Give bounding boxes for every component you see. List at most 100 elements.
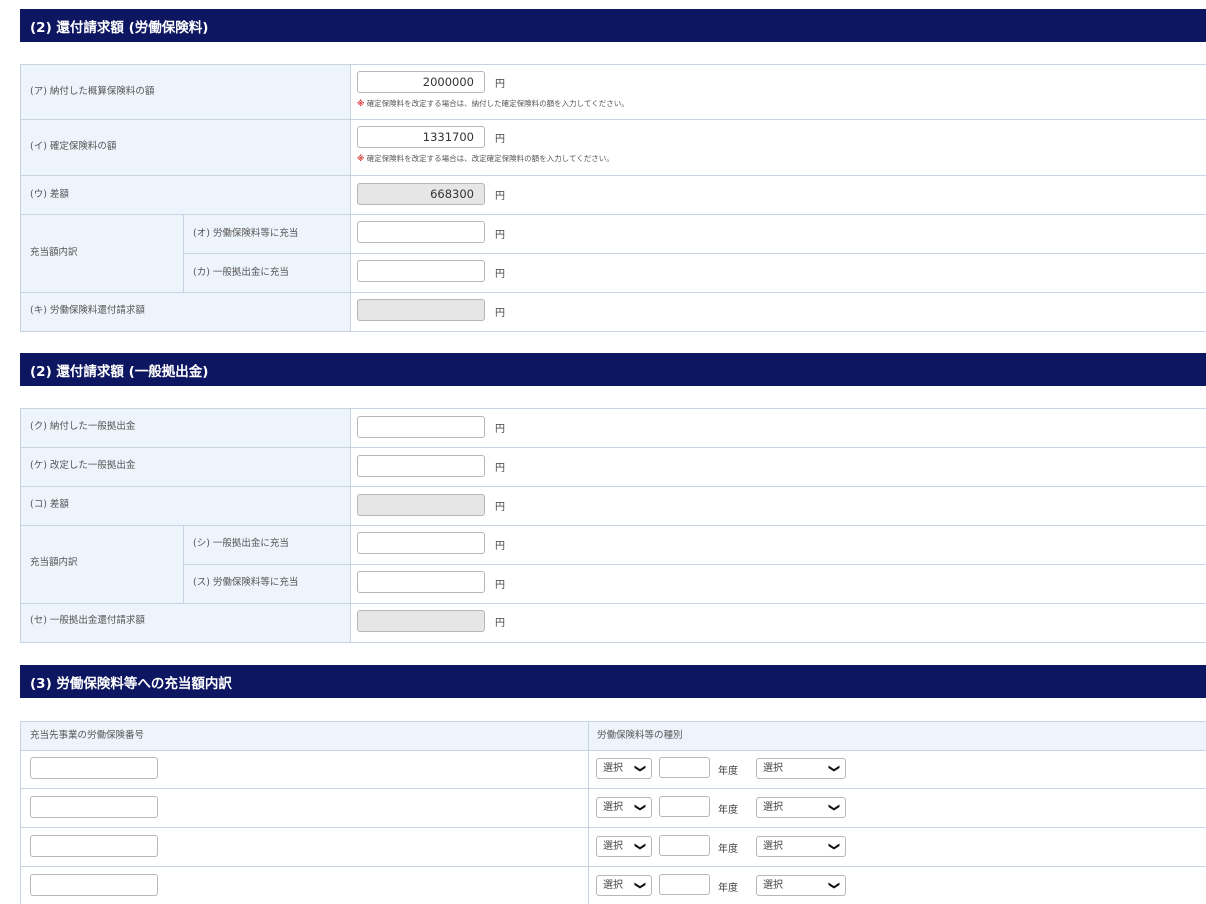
row-divider: [20, 827, 1206, 828]
year-input[interactable]: [659, 796, 710, 817]
col-divider: [183, 214, 184, 292]
select-label: 選択: [763, 802, 783, 813]
row-label-paid-general-contribution: (ク) 納付した一般拠出金: [30, 421, 136, 432]
difference-readonly-field: [357, 494, 485, 516]
row-divider: [20, 603, 1206, 604]
col-divider: [350, 408, 351, 643]
select-label: 選択: [763, 880, 783, 891]
labor-insurance-number-input[interactable]: [30, 796, 158, 818]
row-label-allocation-breakdown: 充当額内訳: [30, 557, 78, 568]
era-select[interactable]: 選択 ❯: [596, 758, 652, 779]
select-label: 選択: [603, 880, 623, 891]
select-label: 選択: [603, 802, 623, 813]
note-text: 確定保険料を改定する場合は、改定確定保険料の額を入力してください。: [366, 154, 614, 163]
col-divider: [20, 408, 21, 643]
type-select[interactable]: 選択 ❯: [756, 836, 846, 857]
paid-general-contribution-input[interactable]: [357, 416, 485, 438]
column-header-labor-insurance-number: 充当先事業の労働保険番号: [30, 730, 145, 741]
row-divider: [20, 408, 1206, 409]
row-label-allocate-to-labor-insurance: (オ) 労働保険料等に充当: [193, 228, 299, 239]
unit-label: 円: [495, 424, 505, 435]
unit-label: 円: [495, 79, 505, 90]
chevron-down-icon: ❯: [827, 763, 841, 774]
year-input[interactable]: [659, 835, 710, 856]
section-header-general-contribution: (2) 還付請求額 (一般拠出金): [20, 353, 1206, 386]
section-header-labor-insurance: (2) 還付請求額 (労働保険料): [20, 9, 1206, 42]
labor-insurance-number-input[interactable]: [30, 757, 158, 779]
general-contribution-refund-readonly-field: [357, 610, 485, 632]
unit-label: 円: [495, 618, 505, 629]
select-label: 選択: [603, 841, 623, 852]
unit-label: 円: [495, 502, 505, 513]
year-label: 年度: [718, 766, 738, 777]
row-divider: [20, 486, 1206, 487]
row-divider: [20, 525, 1206, 526]
note-mark: ※: [357, 154, 365, 163]
row-divider: [183, 564, 1206, 565]
col-divider: [350, 64, 351, 332]
chevron-down-icon: ❯: [633, 763, 647, 774]
allocate-to-general-contribution-input[interactable]: [357, 532, 485, 554]
era-select[interactable]: 選択 ❯: [596, 836, 652, 857]
unit-label: 円: [495, 308, 505, 319]
row-divider: [20, 866, 1206, 867]
chevron-down-icon: ❯: [633, 802, 647, 813]
row-divider: [20, 292, 1206, 293]
note-mark: ※: [357, 99, 365, 108]
year-input[interactable]: [659, 757, 710, 778]
unit-label: 円: [495, 463, 505, 474]
labor-insurance-number-input[interactable]: [30, 835, 158, 857]
section-title: (2) 還付請求額 (労働保険料): [30, 19, 209, 36]
row-divider: [20, 750, 1206, 751]
era-select[interactable]: 選択 ❯: [596, 875, 652, 896]
unit-label: 円: [495, 191, 505, 202]
col-divider: [20, 721, 21, 904]
era-select[interactable]: 選択 ❯: [596, 797, 652, 818]
paid-estimated-premium-input[interactable]: 2000000: [357, 71, 485, 93]
row-divider: [20, 175, 1206, 176]
year-input[interactable]: [659, 874, 710, 895]
unit-label: 円: [495, 541, 505, 552]
section-header-allocation-breakdown: (3) 労働保険料等への充当額内訳: [20, 665, 1206, 698]
row-label-allocate-to-general-contribution: (シ) 一般拠出金に充当: [193, 538, 289, 549]
row-label-revised-general-contribution: (ケ) 改定した一般拠出金: [30, 460, 136, 471]
unit-label: 円: [495, 580, 505, 591]
difference-readonly-field: 668300: [357, 183, 485, 205]
year-label: 年度: [718, 883, 738, 894]
row-label-paid-estimated: (ア) 納付した概算保険料の額: [30, 86, 155, 97]
select-label: 選択: [763, 841, 783, 852]
col-divider: [588, 721, 589, 904]
allocate-to-labor-insurance-input[interactable]: [357, 571, 485, 593]
unit-label: 円: [495, 230, 505, 241]
row-divider: [20, 642, 1206, 643]
section-title: (3) 労働保険料等への充当額内訳: [30, 675, 232, 692]
type-select[interactable]: 選択 ❯: [756, 758, 846, 779]
type-select[interactable]: 選択 ❯: [756, 875, 846, 896]
allocate-to-general-contribution-input[interactable]: [357, 260, 485, 282]
refund-request-readonly-field: [357, 299, 485, 321]
year-label: 年度: [718, 805, 738, 816]
note-text: 確定保険料を改定する場合は、納付した確定保険料の額を入力してください。: [366, 99, 629, 108]
select-label: 選択: [603, 763, 623, 774]
row-label-refund-request: (キ) 労働保険料還付請求額: [30, 305, 145, 316]
row-label-allocate-to-labor-insurance: (ス) 労働保険料等に充当: [193, 577, 299, 588]
year-label: 年度: [718, 844, 738, 855]
row-label-confirmed-premium: (イ) 確定保険料の額: [30, 141, 117, 152]
confirmed-premium-input[interactable]: 1331700: [357, 126, 485, 148]
unit-label: 円: [495, 134, 505, 145]
row-divider: [20, 119, 1206, 120]
row-divider: [20, 214, 1206, 215]
chevron-down-icon: ❯: [827, 841, 841, 852]
row-divider: [20, 447, 1206, 448]
section-title: (2) 還付請求額 (一般拠出金): [30, 363, 209, 380]
chevron-down-icon: ❯: [827, 880, 841, 891]
chevron-down-icon: ❯: [633, 880, 647, 891]
row-divider: [20, 64, 1206, 65]
column-header-insurance-type: 労働保険料等の種別: [597, 730, 683, 741]
allocate-to-labor-insurance-input[interactable]: [357, 221, 485, 243]
labor-insurance-number-input[interactable]: [30, 874, 158, 896]
revised-general-contribution-input[interactable]: [357, 455, 485, 477]
type-select[interactable]: 選択 ❯: [756, 797, 846, 818]
row-divider: [20, 788, 1206, 789]
input-note: ※ 確定保険料を改定する場合は、改定確定保険料の額を入力してください。: [357, 153, 614, 164]
